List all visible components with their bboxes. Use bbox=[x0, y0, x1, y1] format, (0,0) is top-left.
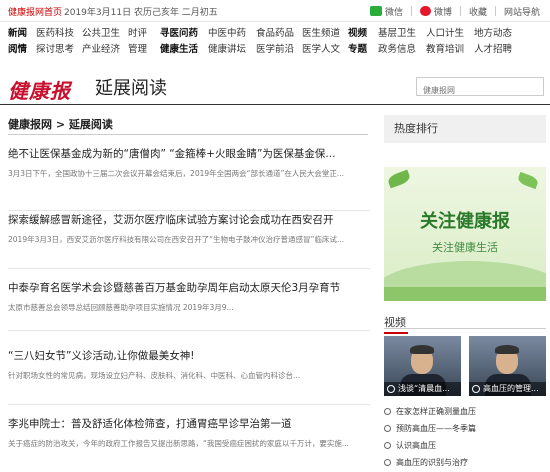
breadcrumb-divider bbox=[8, 134, 368, 135]
wechat-label: 微信 bbox=[384, 7, 403, 18]
article-title[interactable]: 探索缓解感冒新途径，艾沥尔医疗临床试验方案讨论会成功在西安召开 bbox=[8, 212, 370, 227]
play-icon bbox=[387, 385, 395, 393]
follow-banner[interactable]: 关注健康报 关注健康生活 bbox=[384, 167, 546, 301]
nav-item[interactable]: 教育培训 bbox=[426, 42, 474, 58]
article-title[interactable]: 绝不让医保基金成为新的“唐僧肉” “金箍棒+火眼金睛”为医保基金保... bbox=[8, 146, 370, 161]
video-section-title: 视频 bbox=[384, 314, 408, 334]
list-item: 李兆申院士：普及舒适化体检筛查，打通胃癌早诊早治第一道 关于癌症的防治攻关，今年… bbox=[8, 416, 370, 450]
leaf-icon bbox=[516, 171, 540, 190]
article-summary: 3月3日下午，全国政协十三届二次会议开幕会结束后，2019年全国两会“部长通道”… bbox=[8, 169, 345, 178]
nav-item[interactable]: 时评 bbox=[128, 26, 160, 42]
banner-main-text: 关注健康报 bbox=[420, 211, 510, 232]
video-section-header: 视频 bbox=[384, 311, 546, 334]
brand-header: 健康报 延展阅读 bbox=[8, 71, 544, 103]
nav-item[interactable]: 寻医问药 bbox=[160, 26, 208, 42]
search-input[interactable] bbox=[417, 82, 543, 99]
article-title[interactable]: 李兆申院士：普及舒适化体检筛查，打通胃癌早诊早治第一道 bbox=[8, 416, 370, 431]
date-text: 2019年3月11日 农历己亥年 二月初五 bbox=[64, 8, 218, 18]
article-title[interactable]: 中泰孕育名医学术会诊暨慈善百万基金助孕周年启动太原天伦3月孕育节 bbox=[8, 280, 370, 295]
article-summary: 针对职场女性的常见病，现场设立妇产科、皮肤科、消化科、中医科、心血管内科诊台..… bbox=[8, 371, 301, 380]
section-title: 延展阅读 bbox=[95, 78, 167, 99]
nav-item[interactable]: 医生频道 bbox=[302, 26, 348, 42]
leaf-icon bbox=[386, 169, 412, 189]
nav-item[interactable]: 专题 bbox=[348, 42, 378, 58]
video-list: 在家怎样正确测量血压 预防高血压——冬季篇 认识高血压 高血压的识别与治疗 bbox=[384, 403, 546, 471]
play-icon bbox=[384, 425, 391, 432]
video-link: 高血压的识别与治疗 bbox=[396, 458, 468, 467]
nav-item[interactable]: 健康生活 bbox=[160, 42, 208, 58]
home-link[interactable]: 健康报网首页 bbox=[8, 5, 62, 18]
play-icon bbox=[472, 385, 480, 393]
nav-item[interactable]: 健康讲坛 bbox=[208, 42, 256, 58]
nav-item[interactable]: 人口计生 bbox=[426, 26, 474, 42]
search-box bbox=[416, 77, 544, 99]
video-thumbnail[interactable]: 高血压的管理... bbox=[469, 336, 546, 396]
nav-item[interactable]: 中医中药 bbox=[208, 26, 256, 42]
nav-item[interactable]: 管理 bbox=[128, 42, 160, 58]
weibo-label: 微博 bbox=[433, 7, 452, 18]
nav-item[interactable]: 产业经济 bbox=[82, 42, 128, 58]
top-bar: 健康报网首页 2019年3月11日 农历己亥年 二月初五 微信 微博 收藏 网站… bbox=[0, 0, 550, 22]
video-link: 认识高血压 bbox=[396, 441, 436, 450]
list-item: “三八妇女节”义诊活动,让你做最美女神! 针对职场女性的常见病，现场设立妇产科、… bbox=[8, 348, 370, 405]
nav-item[interactable]: 视频 bbox=[348, 26, 378, 42]
nav-item[interactable]: 医药科技 bbox=[36, 26, 82, 42]
article-divider bbox=[8, 404, 370, 405]
nav-row-1: 新闻 医药科技 公共卫生 时评 寻医问药 中医中药 食品药品 医生频道 视频 基… bbox=[8, 26, 544, 42]
article-summary: 2019年3月3日，西安艾沥尔医疗科技有限公司在西安召开了“生物电子鼓冲仪治疗普… bbox=[8, 235, 345, 244]
site-nav-link[interactable]: 网站导航 bbox=[504, 5, 540, 18]
nav-item[interactable]: 地方动态 bbox=[474, 26, 522, 42]
list-item[interactable]: 高血压的识别与治疗 bbox=[384, 454, 546, 471]
play-icon bbox=[384, 459, 391, 466]
top-right-links: 微信 微博 收藏 网站导航 bbox=[369, 3, 540, 19]
weibo-link[interactable]: 微博 bbox=[419, 5, 452, 18]
list-item[interactable]: 预防高血压——冬季篇 bbox=[384, 420, 546, 437]
video-thumbnail[interactable]: 浅谈“清晨血... bbox=[384, 336, 461, 396]
nav-item[interactable]: 政务信息 bbox=[378, 42, 426, 58]
wechat-link[interactable]: 微信 bbox=[369, 5, 403, 18]
nav-item[interactable]: 食品药品 bbox=[256, 26, 302, 42]
favorite-link[interactable]: 收藏 bbox=[469, 5, 487, 18]
article-divider bbox=[8, 330, 370, 331]
weibo-icon bbox=[419, 6, 431, 16]
nav-item[interactable]: 基层卫生 bbox=[378, 26, 426, 42]
article-title[interactable]: “三八妇女节”义诊活动,让你做最美女神! bbox=[8, 348, 370, 363]
play-icon bbox=[384, 442, 391, 449]
banner-sub-text: 关注健康生活 bbox=[432, 241, 498, 254]
list-item[interactable]: 在家怎样正确测量血压 bbox=[384, 403, 546, 420]
video-link: 预防高血压——冬季篇 bbox=[396, 424, 476, 433]
nav-item[interactable]: 人才招聘 bbox=[474, 42, 522, 58]
list-item: 绝不让医保基金成为新的“唐僧肉” “金箍棒+火眼金睛”为医保基金保... 3月3… bbox=[8, 146, 370, 211]
article-divider bbox=[8, 268, 370, 269]
list-item: 中泰孕育名医学术会诊暨慈善百万基金助孕周年启动太原天伦3月孕育节 太原市慈善总会… bbox=[8, 280, 370, 331]
nav-item[interactable]: 探讨思考 bbox=[36, 42, 82, 58]
nav-item[interactable]: 医学人文 bbox=[302, 42, 348, 58]
hot-ranking-header: 热度排行 bbox=[384, 115, 546, 143]
main-nav: 新闻 医药科技 公共卫生 时评 寻医问药 中医中药 食品药品 医生频道 视频 基… bbox=[8, 26, 544, 58]
nav-item[interactable]: 医学前沿 bbox=[256, 42, 302, 58]
site-logo[interactable]: 健康报 bbox=[8, 75, 71, 104]
nav-item[interactable]: 阅情 bbox=[8, 42, 36, 58]
nav-row-2: 阅情 探讨思考 产业经济 管理 健康生活 健康讲坛 医学前沿 医学人文 专题 政… bbox=[8, 42, 544, 58]
article-divider bbox=[8, 210, 370, 211]
article-summary: 太原市慈善总会领导总结回顾慈善助孕项目实施情况 2019年3月9... bbox=[8, 303, 234, 312]
nav-item[interactable]: 新闻 bbox=[8, 26, 36, 42]
list-item: 探索缓解感冒新途径，艾沥尔医疗临床试验方案讨论会成功在西安召开 2019年3月3… bbox=[8, 212, 370, 269]
breadcrumb[interactable]: 健康报网 > 延展阅读 bbox=[8, 116, 113, 132]
banner-grass bbox=[384, 287, 546, 301]
wechat-icon bbox=[369, 6, 382, 16]
nav-item[interactable]: 公共卫生 bbox=[82, 26, 128, 42]
video-caption: 高血压的管理... bbox=[469, 382, 546, 396]
article-summary: 关于癌症的防治攻关，今年的政府工作报告又提出新思路，“我国受癌症困扰的家庭以千万… bbox=[8, 439, 350, 448]
video-caption: 浅谈“清晨血... bbox=[384, 382, 461, 396]
video-link: 在家怎样正确测量血压 bbox=[396, 407, 476, 416]
list-item[interactable]: 认识高血压 bbox=[384, 437, 546, 454]
play-icon bbox=[384, 408, 391, 415]
header-divider bbox=[0, 104, 550, 105]
